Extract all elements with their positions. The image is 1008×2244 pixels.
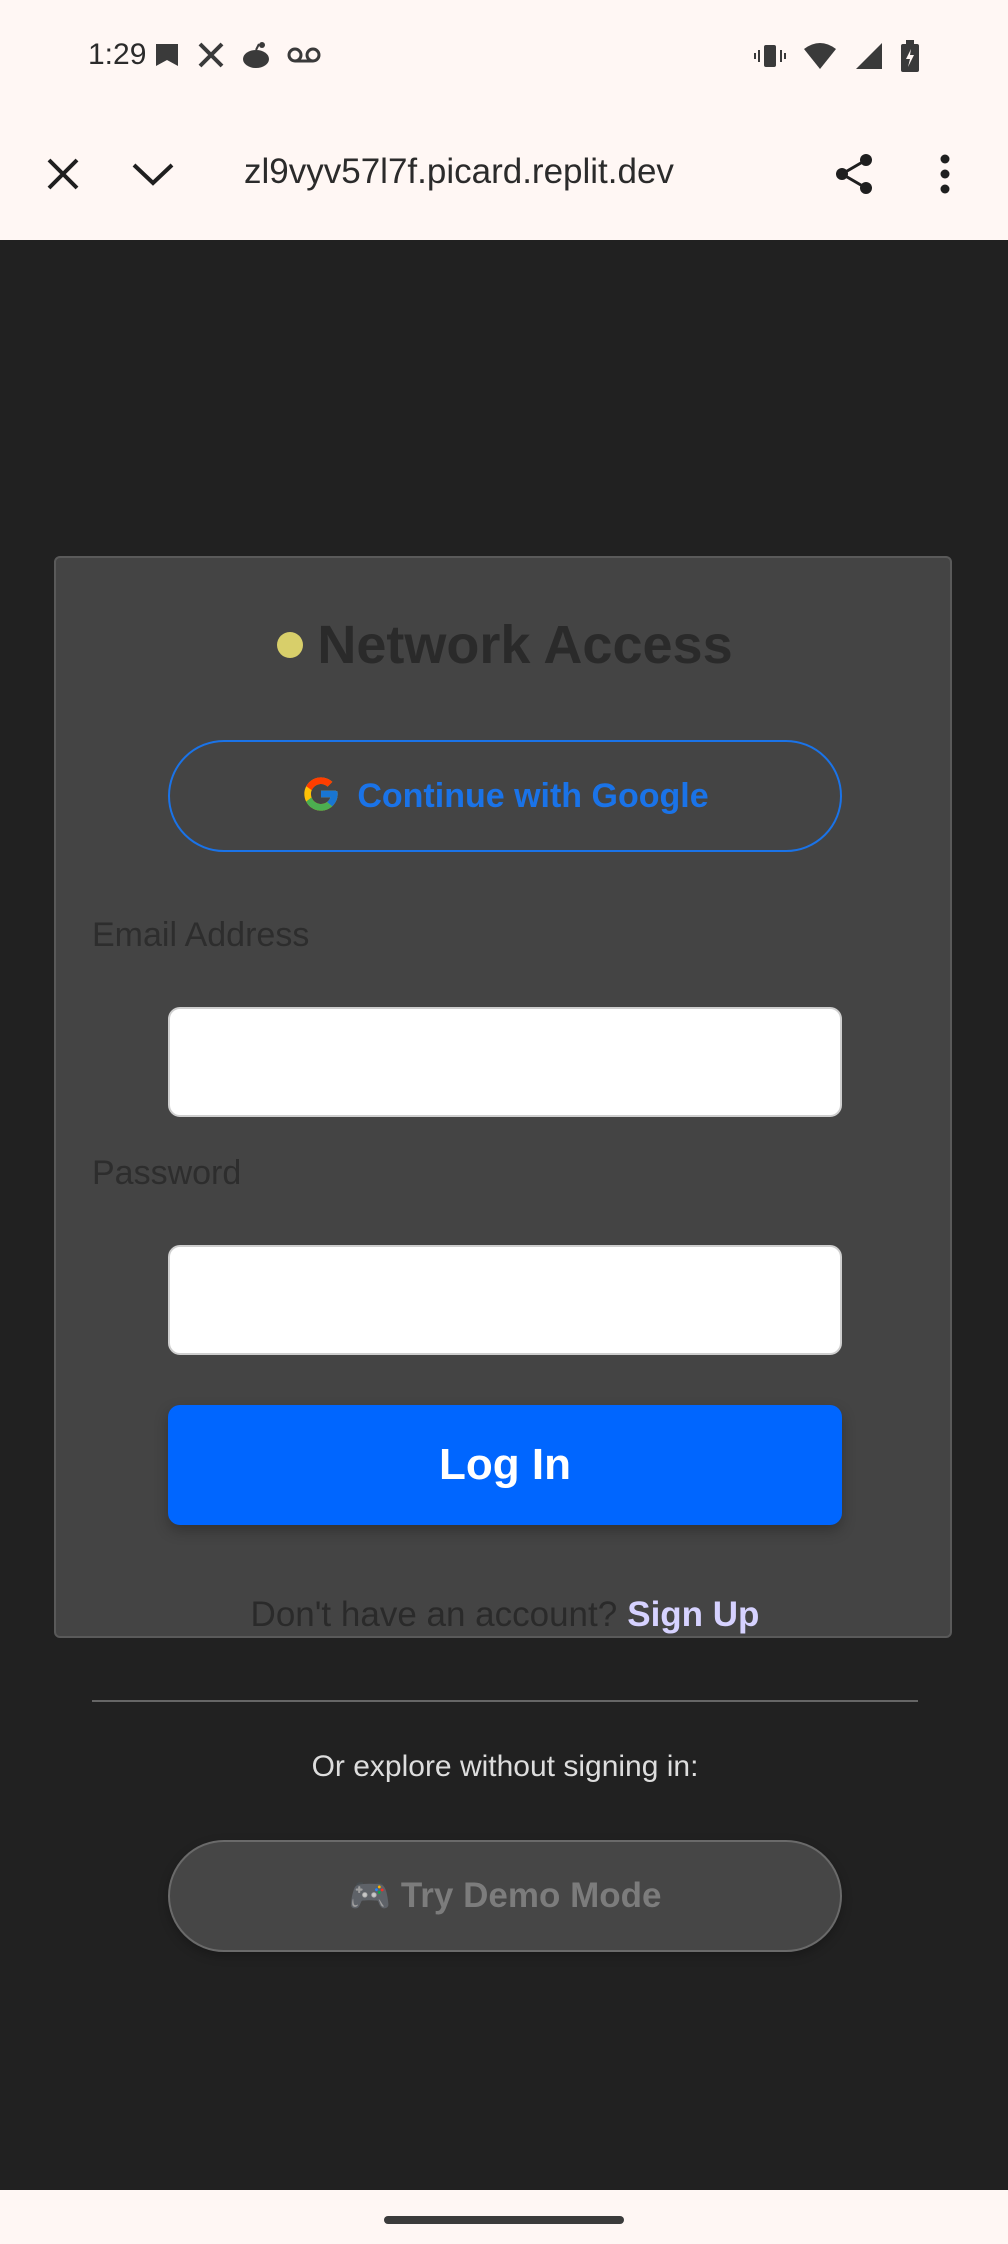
wifi-icon	[802, 41, 838, 71]
login-card: Network Access Continue with Google Emai…	[54, 556, 954, 1952]
browser-toolbar: zl9vyv57l7f.picard.replit.dev	[0, 112, 1008, 240]
more-options-button[interactable]	[915, 146, 975, 206]
gamepad-icon: 🎮	[348, 1877, 391, 1915]
more-vert-icon	[939, 154, 951, 199]
reddit-icon	[240, 40, 272, 70]
share-icon	[832, 152, 876, 201]
minimize-button[interactable]	[123, 146, 183, 206]
demo-button-label: Try Demo Mode	[400, 1876, 662, 1915]
explore-text: Or explore without signing in:	[311, 1750, 699, 1783]
status-dot-icon	[277, 632, 304, 658]
google-button-label: Continue with Google	[357, 776, 709, 815]
vibrate-icon	[754, 41, 786, 71]
status-time: 1:29	[88, 38, 147, 71]
battery-icon	[900, 40, 920, 72]
cell-signal-icon	[854, 41, 884, 71]
web-page: Network Access Continue with Google Emai…	[0, 240, 1008, 2190]
google-signin-button[interactable]: Continue with Google	[168, 740, 842, 852]
google-logo-icon	[301, 774, 341, 819]
signup-link[interactable]: Sign Up	[627, 1595, 759, 1635]
signup-row: Don't have an account? Sign Up	[56, 1595, 954, 1635]
signup-prompt: Don't have an account?	[250, 1595, 618, 1634]
share-button[interactable]	[824, 146, 884, 206]
password-field[interactable]	[168, 1245, 842, 1355]
navigation-bar	[0, 2190, 1008, 2244]
home-gesture-handle[interactable]	[384, 2216, 624, 2224]
status-bar: 1:29	[0, 0, 1008, 112]
email-label: Email Address	[92, 916, 310, 954]
status-left-icons	[152, 40, 322, 70]
close-tab-button[interactable]	[33, 146, 93, 206]
chevron-down-icon	[131, 159, 175, 194]
x-app-icon	[196, 40, 226, 70]
demo-mode-button[interactable]: 🎮 Try Demo Mode	[168, 1840, 842, 1952]
page-title: Network Access	[317, 615, 733, 675]
email-field[interactable]	[168, 1007, 842, 1117]
divider	[92, 1700, 918, 1702]
url-display[interactable]: zl9vyv57l7f.picard.replit.dev	[244, 152, 764, 192]
voicemail-icon	[286, 40, 322, 70]
status-right-icons	[754, 40, 920, 72]
close-icon	[45, 156, 81, 197]
login-button[interactable]: Log In	[168, 1405, 842, 1525]
notification-icon	[152, 40, 182, 70]
password-label: Password	[92, 1154, 242, 1192]
card-title: Network Access	[56, 614, 954, 676]
